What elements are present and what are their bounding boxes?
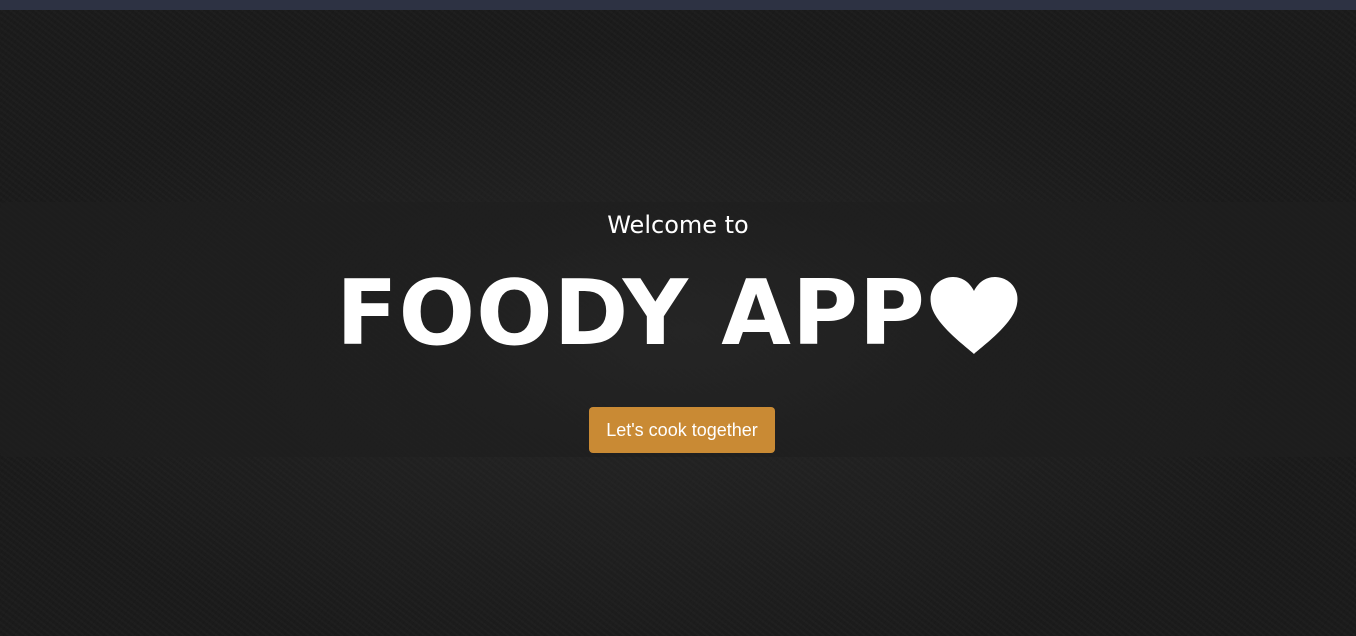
welcome-text: Welcome to	[607, 211, 749, 239]
heart-icon	[928, 276, 1020, 356]
cook-together-button[interactable]: Let's cook together	[589, 407, 775, 453]
app-title-row: FOODY APP	[0, 264, 1356, 364]
top-navigation-bar	[0, 0, 1356, 10]
app-title: FOODY APP	[336, 261, 926, 366]
hero-panel: Welcome to FOODY APP Let's cook together	[0, 202, 1356, 457]
